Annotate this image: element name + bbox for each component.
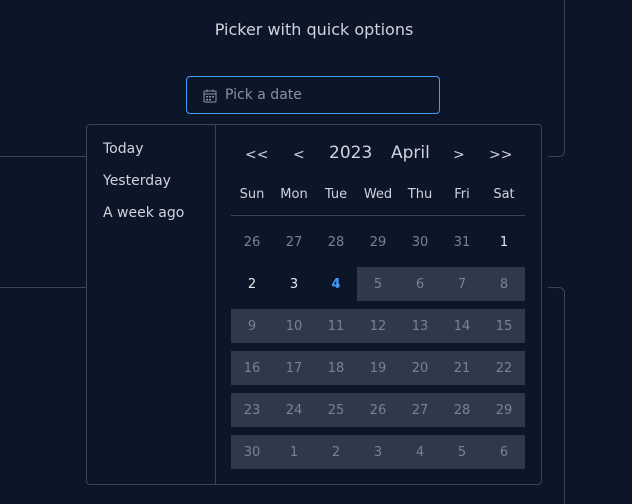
day-cell[interactable]: 3 — [273, 267, 315, 301]
day-cell: 28 — [441, 393, 483, 427]
day-cell[interactable]: 31 — [441, 225, 483, 259]
page: Picker with quick options Pick a date To… — [0, 0, 632, 504]
week-row: 9 10 11 12 13 14 15 — [231, 309, 525, 343]
weekday-mon: Mon — [280, 187, 308, 202]
day-cell: 21 — [441, 351, 483, 385]
week-row: 26 27 28 29 30 31 1 — [231, 225, 525, 259]
day-cell: 24 — [273, 393, 315, 427]
date-picker-popper: Today Yesterday A week ago << < 2023 Apr… — [86, 124, 542, 485]
weekday-tue: Tue — [324, 187, 348, 202]
weekday-sun: Sun — [239, 187, 265, 202]
shortcuts-sidebar: Today Yesterday A week ago — [87, 125, 216, 484]
day-cell: 23 — [231, 393, 273, 427]
weekday-row: Sun Mon Tue Wed Thu Fri Sat — [231, 187, 525, 205]
week-row: 23 24 25 26 27 28 29 — [231, 393, 525, 427]
day-cell: 9 — [231, 309, 273, 343]
demo-title: Picker with quick options — [214, 20, 414, 39]
day-cell: 30 — [231, 435, 273, 469]
day-cell: 5 — [357, 267, 399, 301]
week-row: 2345678 — [231, 267, 525, 301]
day-cell: 6 — [399, 267, 441, 301]
prev-year-button[interactable]: << — [245, 147, 268, 163]
next-year-button[interactable]: >> — [489, 147, 512, 163]
day-cell: 2 — [315, 435, 357, 469]
day-cell: 13 — [399, 309, 441, 343]
day-cell[interactable]: 27 — [273, 225, 315, 259]
day-cell: 29 — [483, 393, 525, 427]
day-cell: 26 — [357, 393, 399, 427]
calendar-icon — [203, 88, 217, 103]
month-label[interactable]: April — [391, 143, 430, 163]
day-cell: 6 — [483, 435, 525, 469]
background-panel-edge — [0, 156, 86, 157]
year-label[interactable]: 2023 — [329, 143, 372, 163]
day-cell: 15 — [483, 309, 525, 343]
day-cell[interactable]: 2 — [231, 267, 273, 301]
week-row: 30 1 2 3 4 5 6 — [231, 435, 525, 469]
date-input-placeholder: Pick a date — [225, 87, 302, 103]
day-cell: 27 — [399, 393, 441, 427]
day-cell: 3 — [357, 435, 399, 469]
day-cell[interactable]: 1 — [483, 225, 525, 259]
header-divider — [231, 215, 525, 216]
day-cell: 10 — [273, 309, 315, 343]
background-panel-edge — [548, 287, 565, 504]
day-cell[interactable]: 30 — [399, 225, 441, 259]
day-cell[interactable]: 28 — [315, 225, 357, 259]
day-cell: 8 — [483, 267, 525, 301]
day-cell: 22 — [483, 351, 525, 385]
weekday-fri: Fri — [454, 187, 470, 202]
prev-month-button[interactable]: < — [293, 147, 305, 163]
day-cell: 19 — [357, 351, 399, 385]
day-cell: 20 — [399, 351, 441, 385]
day-cell-today[interactable]: 4 — [315, 267, 357, 301]
day-cell: 25 — [315, 393, 357, 427]
day-cell: 17 — [273, 351, 315, 385]
day-cell: 16 — [231, 351, 273, 385]
day-cell[interactable]: 29 — [357, 225, 399, 259]
day-cell: 12 — [357, 309, 399, 343]
background-panel-edge — [0, 287, 86, 288]
weekday-wed: Wed — [363, 187, 393, 202]
weekday-sat: Sat — [493, 187, 515, 202]
date-input[interactable]: Pick a date — [186, 76, 440, 114]
week-row: 16 17 18 19 20 21 22 — [231, 351, 525, 385]
next-month-button[interactable]: > — [453, 147, 465, 163]
day-cell: 7 — [441, 267, 483, 301]
day-cell: 5 — [441, 435, 483, 469]
calendar-header: << < 2023 April > >> — [231, 143, 527, 167]
shortcut-a-week-ago[interactable]: A week ago — [103, 205, 184, 221]
shortcut-today[interactable]: Today — [103, 141, 144, 157]
day-cell: 4 — [399, 435, 441, 469]
day-cell: 1 — [273, 435, 315, 469]
day-cell[interactable]: 26 — [231, 225, 273, 259]
day-cell: 11 — [315, 309, 357, 343]
weekday-thu: Thu — [407, 187, 433, 202]
day-cell: 14 — [441, 309, 483, 343]
shortcut-yesterday[interactable]: Yesterday — [103, 173, 171, 189]
day-cell: 18 — [315, 351, 357, 385]
